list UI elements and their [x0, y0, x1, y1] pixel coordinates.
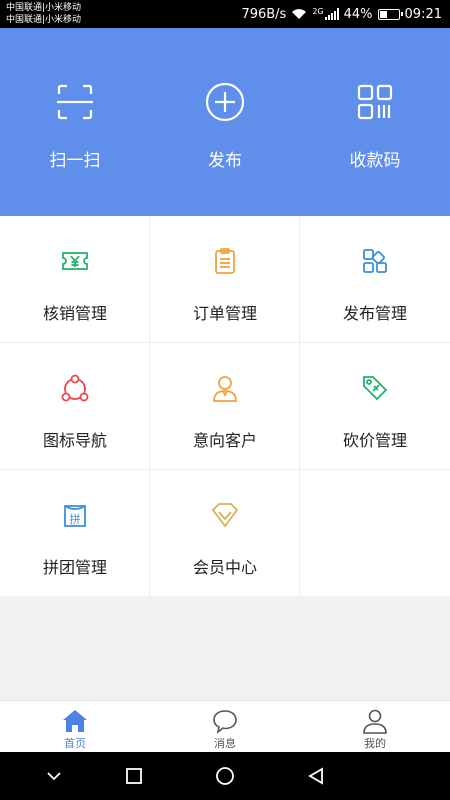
grid-item-orders[interactable]: 订单管理	[150, 216, 300, 343]
grid-item-bargain[interactable]: 砍价管理	[300, 343, 450, 470]
wifi-icon	[292, 9, 307, 19]
network-type: 2G	[312, 6, 324, 16]
grid-item-empty	[300, 470, 450, 597]
carrier-line-1: 中国联通|小米移动	[6, 3, 82, 13]
grid-item-prospects[interactable]: 意向客户	[150, 343, 300, 470]
carrier-line-2: 中国联通|小米移动	[6, 15, 82, 25]
grid-item-group-buy[interactable]: 拼 拼团管理	[0, 470, 150, 597]
nodes-icon	[61, 374, 89, 402]
grid-item-verification[interactable]: 核销管理	[0, 216, 150, 343]
diamond-icon	[211, 503, 239, 528]
qrcode-button[interactable]: 收款码	[300, 28, 450, 216]
tab-messages[interactable]: 消息	[150, 701, 300, 753]
status-bar: 中国联通|小米移动 中国联通|小米移动 796B/s 2G 44% 09:21	[0, 0, 450, 28]
tab-label: 我的	[364, 737, 386, 750]
user-icon	[213, 376, 237, 402]
tab-label: 消息	[214, 737, 236, 750]
status-indicators: 796B/s 2G 44% 09:21	[241, 0, 442, 28]
profile-icon	[363, 709, 387, 734]
tab-label: 首页	[64, 737, 86, 750]
plus-circle-icon	[205, 82, 245, 122]
battery-level	[379, 10, 387, 18]
grid-item-icon-navigation[interactable]: 图标导航	[0, 343, 150, 470]
grid-item-label: 意向客户	[192, 431, 257, 450]
recents-square-icon[interactable]	[124, 766, 144, 786]
ticket-yen-icon	[62, 252, 88, 270]
tab-home[interactable]: 首页	[0, 701, 150, 753]
scan-icon	[57, 84, 93, 120]
clipboard-icon	[215, 248, 235, 274]
group-buy-icon: 拼	[64, 505, 86, 527]
grid-item-label: 图标导航	[42, 431, 107, 450]
scan-label: 扫一扫	[49, 151, 101, 171]
publish-button[interactable]: 发布	[150, 28, 300, 216]
function-grid: 核销管理 订单管理 发布管理 图标导航 意向客户 砍价管理 拼 拼团管理 会员中…	[0, 216, 450, 596]
grid-item-label: 核销管理	[42, 304, 107, 323]
svg-text:拼: 拼	[70, 512, 81, 526]
grid-item-label: 砍价管理	[342, 431, 407, 450]
back-triangle-icon[interactable]	[306, 766, 326, 786]
network-speed: 796B/s	[241, 6, 287, 22]
carrier-info: 中国联通|小米移动 中国联通|小米移动	[6, 2, 81, 26]
battery-percent: 44%	[343, 6, 373, 22]
signal-icon	[324, 8, 339, 20]
grid-item-label: 发布管理	[342, 304, 407, 323]
quick-actions-header: 扫一扫 发布 收款码	[0, 28, 450, 216]
home-icon	[63, 710, 87, 732]
price-tag-icon	[363, 376, 388, 401]
grid-item-label: 拼团管理	[42, 558, 107, 577]
system-nav-bar	[0, 752, 450, 800]
publish-label: 发布	[208, 151, 242, 171]
qrcode-label: 收款码	[349, 151, 401, 171]
grid-item-publish-manage[interactable]: 发布管理	[300, 216, 450, 343]
grid-item-membership[interactable]: 会员中心	[150, 470, 300, 597]
scan-button[interactable]: 扫一扫	[0, 28, 150, 216]
apps-icon	[363, 249, 387, 273]
chevron-down-icon[interactable]	[44, 766, 64, 786]
message-icon	[213, 710, 237, 734]
tab-profile[interactable]: 我的	[300, 701, 450, 753]
battery-icon	[377, 8, 403, 20]
bottom-tab-bar: 首页 消息 我的	[0, 700, 450, 752]
qrcode-icon	[357, 84, 393, 120]
home-circle-icon[interactable]	[215, 766, 235, 786]
grid-item-label: 会员中心	[192, 558, 257, 577]
clock: 09:21	[404, 6, 442, 22]
grid-item-label: 订单管理	[192, 304, 257, 323]
